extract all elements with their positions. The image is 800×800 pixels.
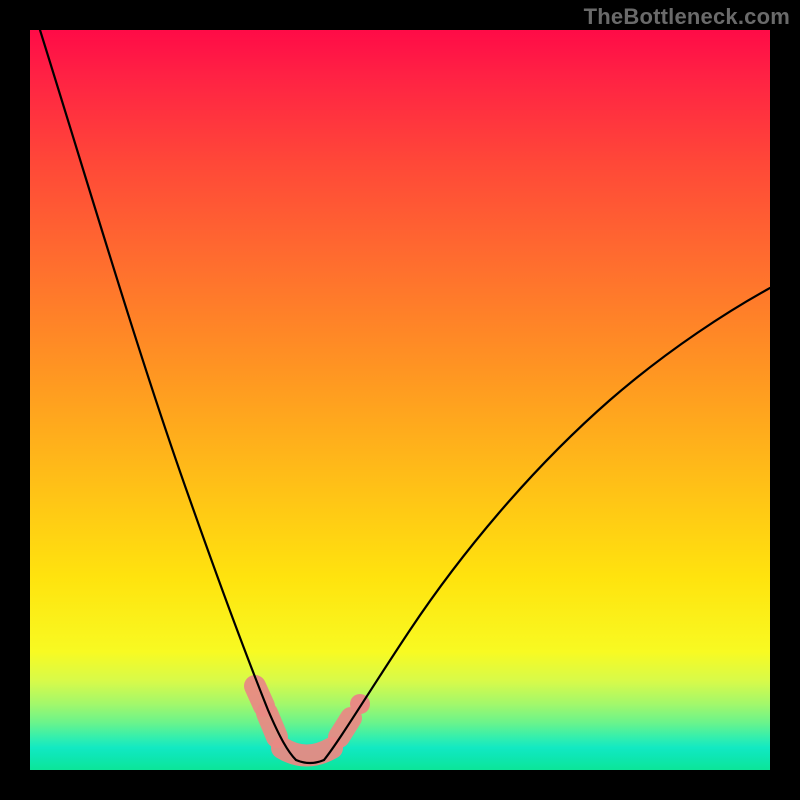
left-curve xyxy=(40,30,296,760)
curves-svg xyxy=(30,30,770,770)
right-marker xyxy=(339,718,351,737)
watermark-text: TheBottleneck.com xyxy=(584,4,790,30)
right-curve xyxy=(324,288,770,760)
chart-stage: TheBottleneck.com xyxy=(0,0,800,800)
plot-area xyxy=(30,30,770,770)
